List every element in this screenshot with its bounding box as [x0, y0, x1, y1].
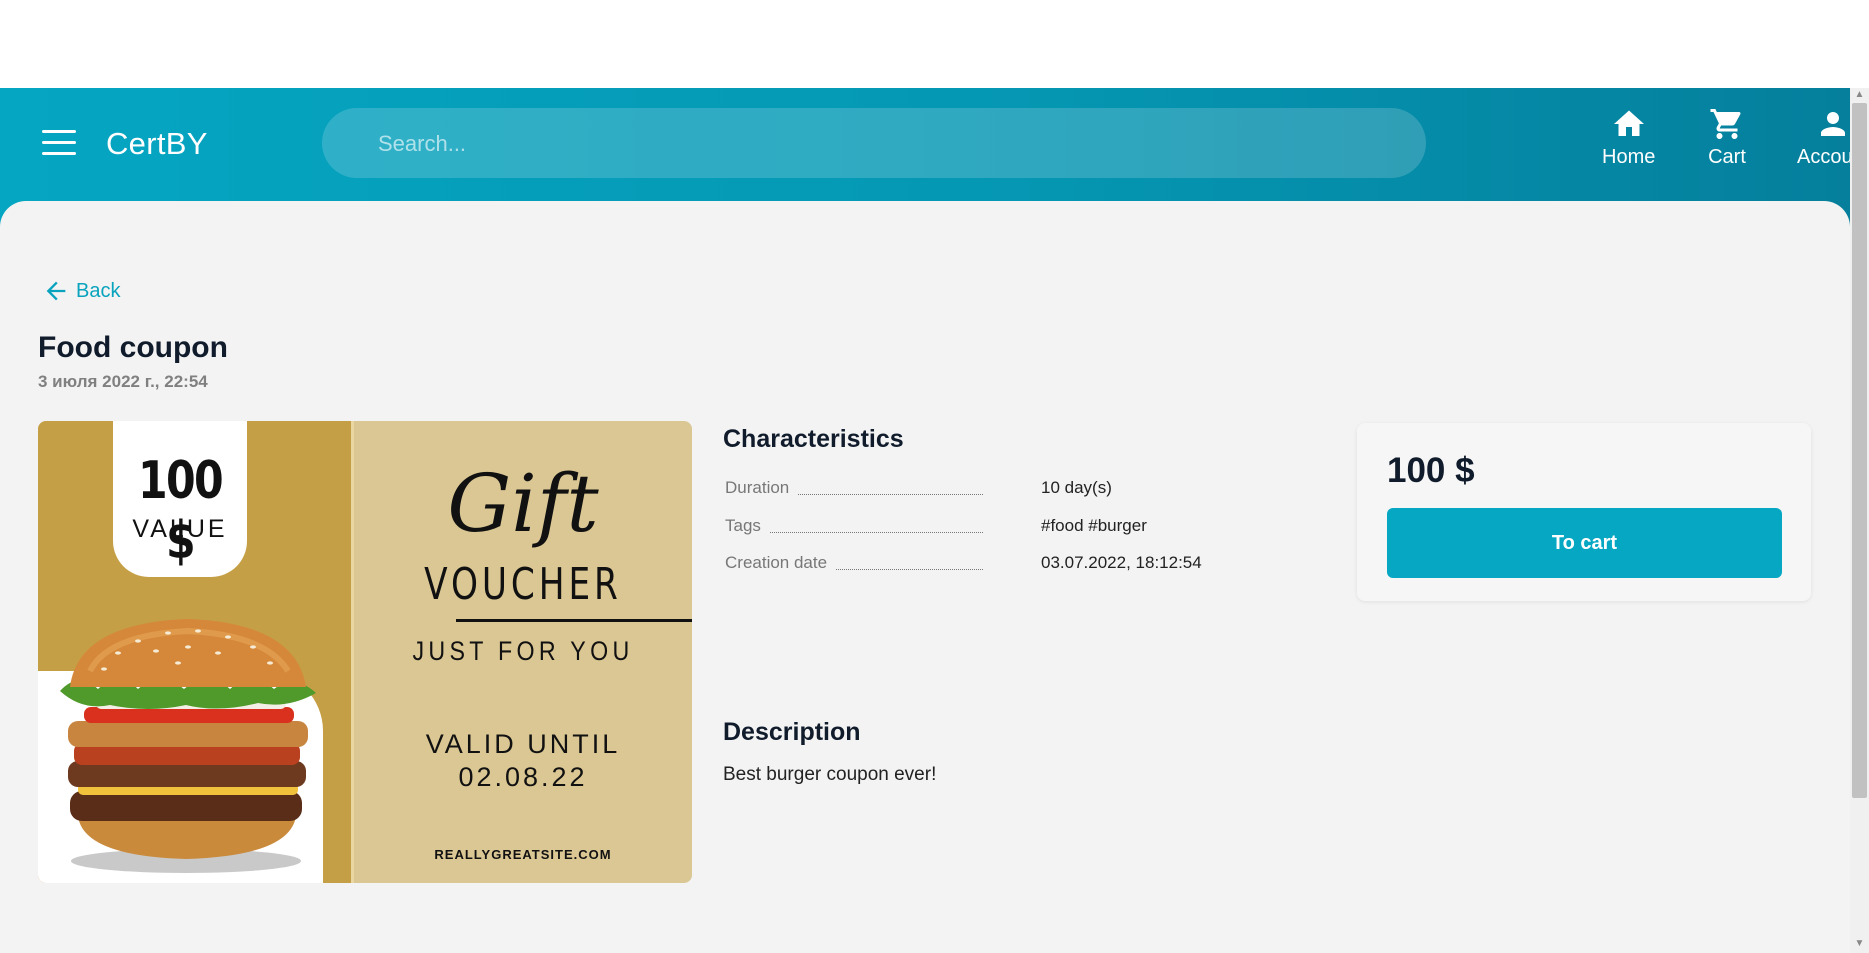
- scroll-down-arrow-icon[interactable]: ▼: [1853, 937, 1866, 951]
- scroll-thumb[interactable]: [1852, 103, 1867, 798]
- voucher-image: 100 $ VALUE Gift VOUCHER JUST FOR YOU VA…: [38, 421, 692, 883]
- nav-home-label: Home: [1602, 146, 1656, 168]
- home-icon: [1613, 110, 1644, 136]
- search-bar[interactable]: [322, 108, 1426, 180]
- characteristic-row-creation-date: Creation date 03.07.2022, 18:12:54: [725, 553, 1285, 577]
- menu-icon[interactable]: [42, 130, 76, 156]
- characteristic-row-tags: Tags #food #burger: [725, 516, 1285, 540]
- just-for-you-text: JUST FOR YOU: [412, 636, 634, 666]
- page-title: Food coupon: [38, 331, 228, 364]
- valid-until-date: 02.08.22: [458, 762, 588, 792]
- cart-icon: [1710, 109, 1741, 139]
- voucher-site: REALLYGREATSITE.COM: [434, 847, 612, 862]
- page-date: 3 июля 2022 г., 22:54: [38, 372, 208, 391]
- scrollbar[interactable]: ▲ ▼: [1850, 88, 1869, 953]
- description-title: Description: [723, 718, 861, 746]
- characteristic-label: Creation date: [725, 553, 836, 573]
- purchase-card: 100 $ To cart: [1357, 423, 1811, 601]
- valid-until-label: VALID UNTIL: [425, 729, 621, 759]
- back-link[interactable]: Back: [42, 277, 120, 305]
- main-content: Back Food coupon 3 июля 2022 г., 22:54 1…: [0, 201, 1850, 953]
- value-badge: 100 $ VALUE: [113, 421, 247, 577]
- arrow-left-icon: [46, 281, 66, 301]
- brand-logo[interactable]: CertBY: [106, 126, 208, 162]
- characteristic-value: 03.07.2022, 18:12:54: [1041, 553, 1202, 572]
- characteristic-value: 10 day(s): [1041, 478, 1112, 497]
- account-icon: [1821, 112, 1846, 136]
- description-text: Best burger coupon ever!: [723, 764, 937, 785]
- to-cart-button[interactable]: To cart: [1387, 508, 1782, 578]
- valid-until-block: VALID UNTIL 02.08.22: [354, 728, 692, 794]
- characteristics-title: Characteristics: [723, 425, 904, 453]
- nav-home[interactable]: Home: [1602, 106, 1655, 169]
- characteristic-label: Duration: [725, 478, 798, 498]
- voucher-underline: [456, 619, 692, 622]
- nav-cart-label: Cart: [1708, 146, 1746, 168]
- value-label: VALUE: [132, 515, 228, 543]
- price: 100 $: [1387, 451, 1475, 490]
- gift-heading: Gift: [447, 457, 599, 550]
- voucher-heading: VOUCHER: [424, 559, 622, 610]
- search-input[interactable]: [376, 108, 1380, 180]
- nav-cart[interactable]: Cart: [1707, 106, 1747, 169]
- scroll-up-arrow-icon[interactable]: ▲: [1853, 88, 1866, 102]
- characteristic-label: Tags: [725, 516, 769, 536]
- characteristic-value: #food #burger: [1041, 516, 1147, 535]
- characteristic-row-duration: Duration 10 day(s): [725, 478, 1285, 502]
- burger-illustration: [60, 619, 316, 873]
- value-amount: 100 $: [137, 451, 224, 571]
- back-label: Back: [76, 279, 121, 302]
